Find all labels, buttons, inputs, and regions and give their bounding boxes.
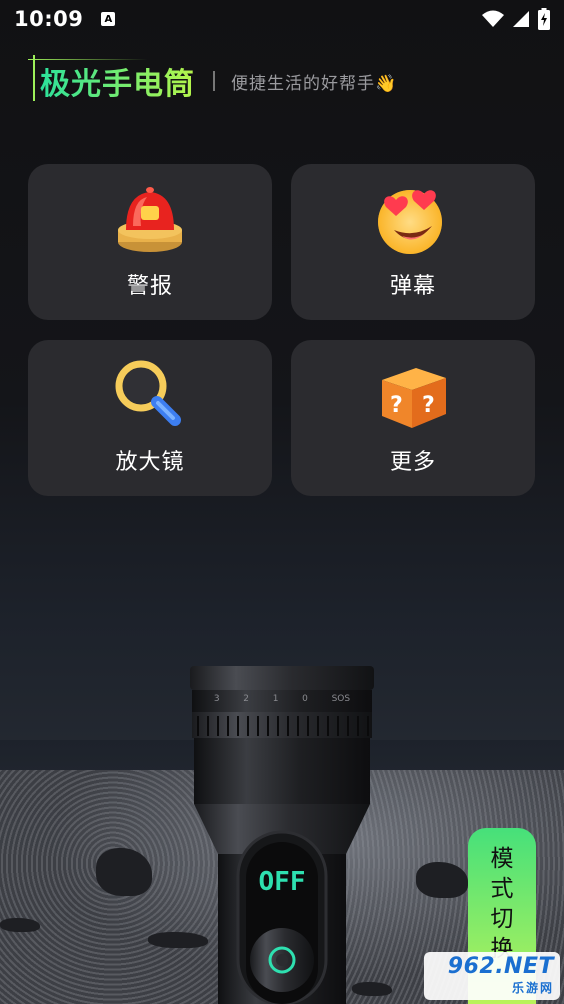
power-switch[interactable]: OFF: [246, 860, 318, 904]
battery-charging-icon: [538, 8, 550, 30]
wifi-icon: [482, 10, 504, 27]
status-icons: [482, 8, 550, 30]
magnifier-card[interactable]: 放大镜: [28, 340, 272, 496]
mode-switch-char: 切: [490, 906, 514, 932]
power-knob[interactable]: [250, 928, 314, 992]
magnifier-icon: [111, 356, 189, 434]
dial-mark: 2: [243, 694, 250, 704]
rock: [0, 918, 40, 932]
status-bar: 10:09 A: [0, 0, 564, 38]
dial-marks: 3 2 1 0 SOS: [188, 694, 376, 704]
status-time: 10:09: [14, 7, 84, 31]
watermark-main-text: 962.NET: [447, 954, 554, 979]
dial-mark: 0: [302, 694, 308, 704]
svg-text:?: ?: [422, 393, 435, 418]
dial-mark: 3: [213, 694, 220, 704]
header-divider: [213, 71, 215, 91]
a-letter-icon: A: [101, 12, 116, 26]
header: 极光手电筒 便捷生活的好帮手👋: [30, 58, 397, 104]
mode-switch-char: 模: [490, 846, 514, 872]
siren-icon: [111, 180, 189, 258]
app-title: 极光手电筒: [30, 59, 195, 103]
dial-mark: 1: [272, 694, 279, 704]
app-slogan: 便捷生活的好帮手👋: [231, 73, 398, 94]
switch-state-label: OFF: [258, 867, 306, 897]
watermark-logo: 962.NET 乐游网: [424, 952, 560, 1000]
danmaku-card[interactable]: 弹幕: [291, 164, 535, 320]
flashlight: 3 2 1 0 SOS OFF: [188, 664, 376, 1004]
more-card[interactable]: ? ? 更多: [291, 340, 535, 496]
rock: [416, 862, 468, 898]
signal-icon: [513, 11, 529, 27]
alarm-card[interactable]: 警报: [28, 164, 272, 320]
heart-eyes-emoji-icon: [374, 180, 452, 258]
more-card-label: 更多: [389, 450, 436, 475]
svg-text:?: ?: [390, 393, 403, 418]
mystery-box-icon: ? ?: [374, 356, 452, 434]
magnifier-card-label: 放大镜: [115, 450, 185, 475]
mode-switch-char: 式: [490, 876, 514, 902]
watermark-sub-text: 乐游网: [511, 981, 554, 995]
danmaku-card-label: 弹幕: [389, 274, 436, 299]
dial-mark: SOS: [331, 694, 351, 704]
alarm-card-label: 警报: [126, 274, 173, 299]
